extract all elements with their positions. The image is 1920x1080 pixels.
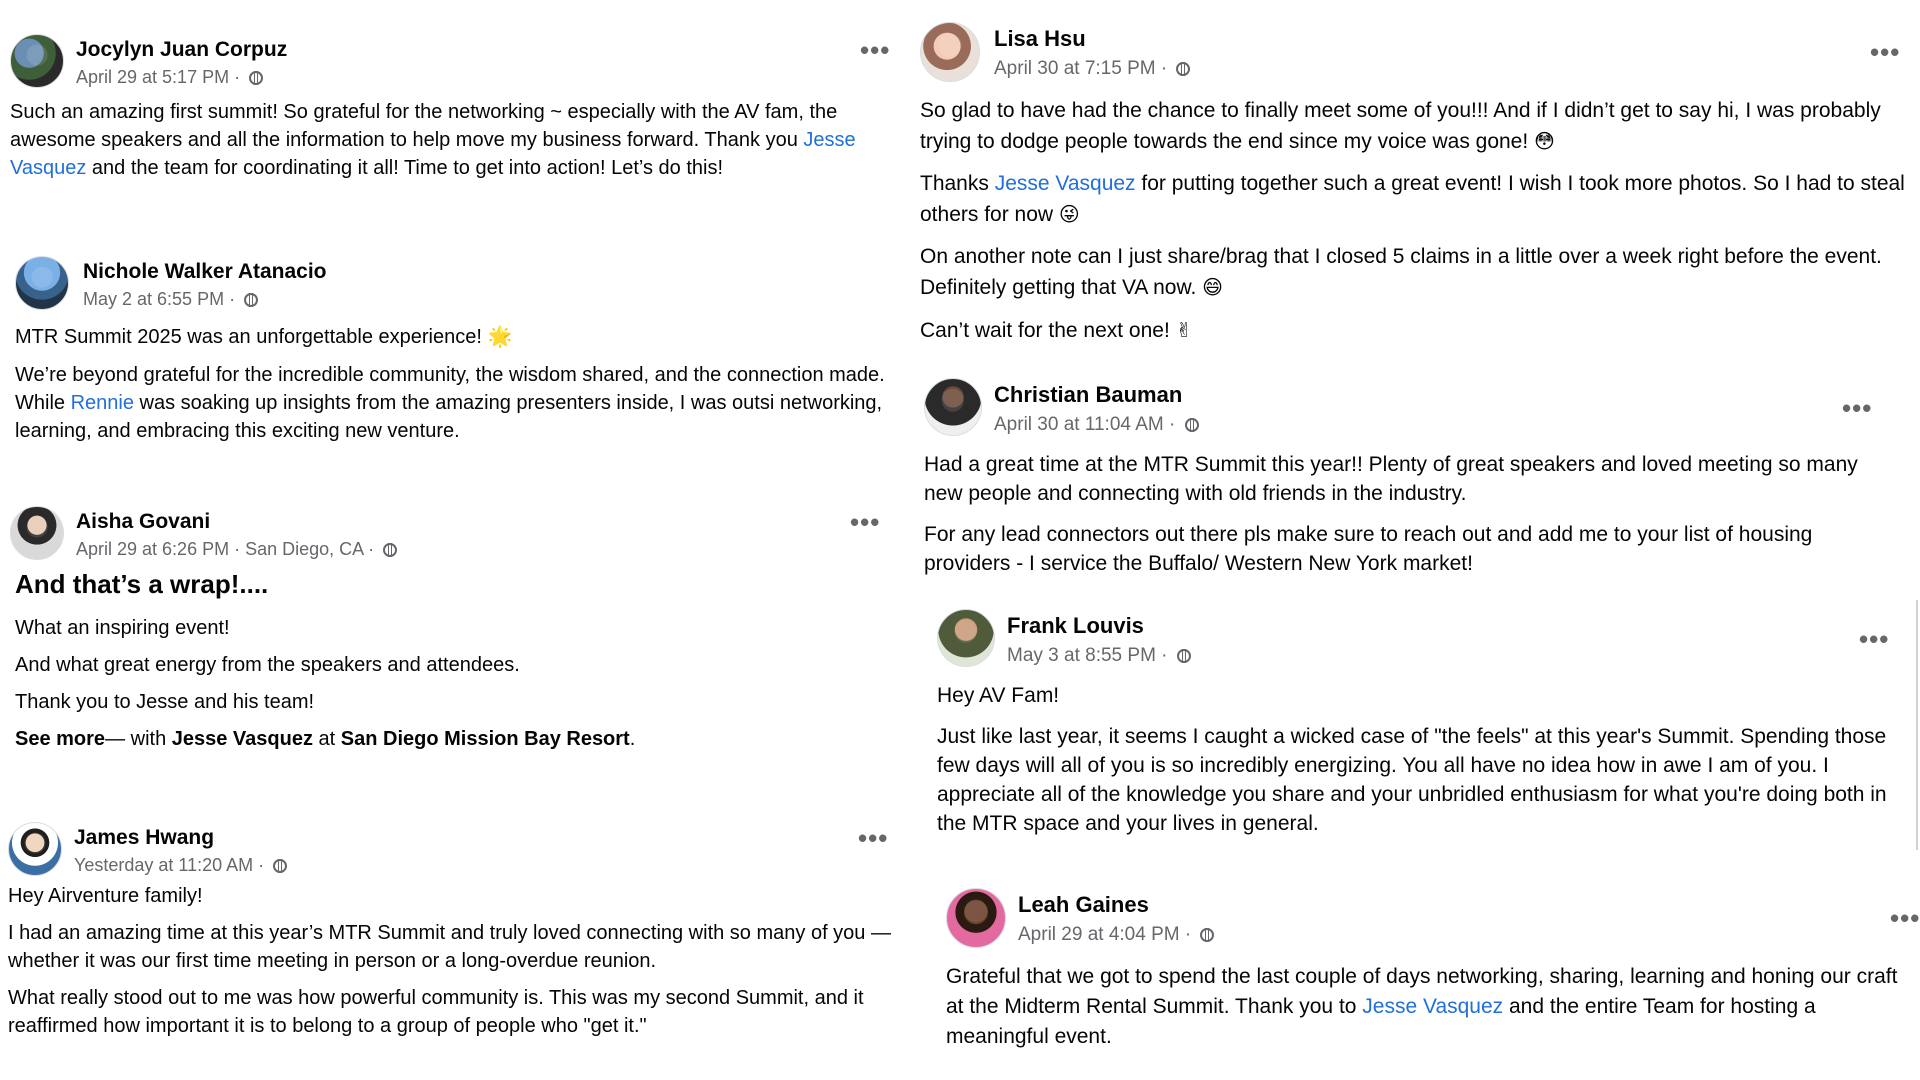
post-body: Hey AV Fam! Just like last year, it seem… bbox=[937, 684, 1887, 835]
column-divider bbox=[1916, 600, 1918, 850]
globe-icon bbox=[383, 543, 398, 557]
more-options-icon[interactable]: ••• bbox=[1859, 626, 1889, 652]
see-more-link[interactable]: See more bbox=[15, 728, 105, 750]
avatar[interactable] bbox=[8, 822, 62, 876]
more-options-icon[interactable]: ••• bbox=[850, 509, 880, 535]
post-meta: April 30 at 7:15 PM · bbox=[994, 58, 1191, 80]
post-time[interactable]: April 30 at 11:04 AM bbox=[994, 414, 1164, 435]
post-time[interactable]: April 30 at 7:15 PM bbox=[994, 58, 1156, 79]
author-name[interactable]: Nichole Walker Atanacio bbox=[83, 260, 327, 284]
more-options-icon[interactable]: ••• bbox=[858, 825, 888, 851]
more-options-icon[interactable]: ••• bbox=[1842, 395, 1872, 421]
post-time[interactable]: April 29 at 4:04 PM bbox=[1018, 924, 1180, 945]
author-name[interactable]: Christian Bauman bbox=[994, 382, 1182, 408]
avatar[interactable] bbox=[937, 609, 995, 667]
post-leah: Leah Gaines April 29 at 4:04 PM · ••• Gr… bbox=[946, 888, 1919, 1062]
post-body: Hey Airventure family! I had an amazing … bbox=[8, 885, 891, 1037]
post-body: MTR Summit 2025 was an unforgettable exp… bbox=[15, 324, 885, 442]
post-meta: April 29 at 4:04 PM · bbox=[1018, 924, 1215, 946]
author-name[interactable]: Jocylyn Juan Corpuz bbox=[76, 38, 287, 62]
mention-link[interactable]: Jesse Vasquez bbox=[1362, 995, 1503, 1018]
globe-icon bbox=[1184, 418, 1199, 432]
post-meta: April 30 at 11:04 AM · bbox=[994, 414, 1199, 436]
globe-icon bbox=[1176, 62, 1191, 76]
post-body: Grateful that we got to spend the last c… bbox=[946, 965, 1898, 1048]
post-aisha: Aisha Govani April 29 at 6:26 PM · San D… bbox=[10, 506, 890, 763]
post-nichole: Nichole Walker Atanacio May 2 at 6:55 PM… bbox=[15, 256, 905, 455]
tagged-place[interactable]: San Diego Mission Bay Resort bbox=[341, 728, 630, 750]
post-meta: May 3 at 8:55 PM · bbox=[1007, 645, 1191, 667]
post-time[interactable]: April 29 at 5:17 PM bbox=[76, 67, 229, 87]
post-meta: April 29 at 6:26 PM · San Diego, CA · bbox=[76, 539, 398, 560]
post-meta: May 2 at 6:55 PM · bbox=[83, 289, 259, 310]
author-name[interactable]: Leah Gaines bbox=[1018, 892, 1149, 918]
grinning-emoji: 😄 bbox=[1202, 275, 1223, 299]
globe-icon bbox=[273, 859, 288, 873]
more-options-icon[interactable]: ••• bbox=[1870, 39, 1900, 65]
flushed-emoji: 😳 bbox=[1534, 129, 1555, 153]
post-christian: Christian Bauman April 30 at 11:04 AM · … bbox=[924, 378, 1874, 588]
post-frank: Frank Louvis May 3 at 8:55 PM · ••• Hey … bbox=[937, 609, 1889, 848]
victory-hand-emoji: ✌ bbox=[1175, 318, 1193, 342]
post-jocylyn: Jocylyn Juan Corpuz April 29 at 5:17 PM … bbox=[10, 34, 900, 192]
post-body: Had a great time at the MTR Summit this … bbox=[924, 453, 1858, 575]
post-meta: April 29 at 5:17 PM · bbox=[76, 67, 264, 88]
globe-icon bbox=[1176, 649, 1191, 663]
post-line: And what great energy from the speakers … bbox=[15, 654, 520, 676]
post-line: Thank you to Jesse and his team! bbox=[15, 691, 315, 713]
sparkle-emoji: 🌟 bbox=[487, 324, 513, 348]
post-meta: Yesterday at 11:20 AM · bbox=[74, 855, 288, 876]
post-location[interactable]: San Diego, CA bbox=[245, 539, 363, 559]
avatar[interactable] bbox=[10, 34, 64, 88]
post-james: James Hwang Yesterday at 11:20 AM · ••• … bbox=[8, 822, 893, 1050]
avatar[interactable] bbox=[15, 256, 69, 310]
post-time[interactable]: April 29 at 6:26 PM bbox=[76, 539, 229, 559]
more-options-icon[interactable]: ••• bbox=[1890, 905, 1920, 931]
post-line: What an inspiring event! bbox=[15, 617, 230, 639]
mention-link[interactable]: Jesse Vasquez bbox=[995, 172, 1136, 195]
globe-icon bbox=[244, 293, 259, 307]
post-time[interactable]: May 2 at 6:55 PM bbox=[83, 289, 224, 309]
post-body: So glad to have had the chance to finall… bbox=[920, 99, 1905, 342]
globe-icon bbox=[1200, 928, 1215, 942]
post-time[interactable]: May 3 at 8:55 PM bbox=[1007, 645, 1156, 666]
globe-icon bbox=[249, 71, 264, 85]
author-name[interactable]: Aisha Govani bbox=[76, 510, 210, 534]
author-name[interactable]: Frank Louvis bbox=[1007, 613, 1144, 639]
avatar[interactable] bbox=[10, 506, 64, 560]
tagged-person[interactable]: Jesse Vasquez bbox=[172, 728, 313, 750]
post-body: And that’s a wrap!.... What an inspiring… bbox=[10, 568, 890, 753]
avatar[interactable] bbox=[946, 888, 1006, 948]
post-headline: And that’s a wrap!.... bbox=[15, 569, 269, 599]
post-body: Such an amazing first summit! So gratefu… bbox=[10, 101, 856, 179]
winking-tongue-emoji: 😜 bbox=[1058, 202, 1080, 226]
avatar[interactable] bbox=[924, 378, 982, 436]
author-name[interactable]: James Hwang bbox=[74, 826, 214, 850]
post-lisa: Lisa Hsu April 30 at 7:15 PM · ••• So gl… bbox=[920, 22, 1910, 356]
mention-link[interactable]: Rennie bbox=[71, 392, 134, 414]
author-name[interactable]: Lisa Hsu bbox=[994, 26, 1086, 52]
avatar[interactable] bbox=[920, 22, 980, 82]
post-time[interactable]: Yesterday at 11:20 AM bbox=[74, 855, 253, 875]
more-options-icon[interactable]: ••• bbox=[860, 37, 890, 63]
